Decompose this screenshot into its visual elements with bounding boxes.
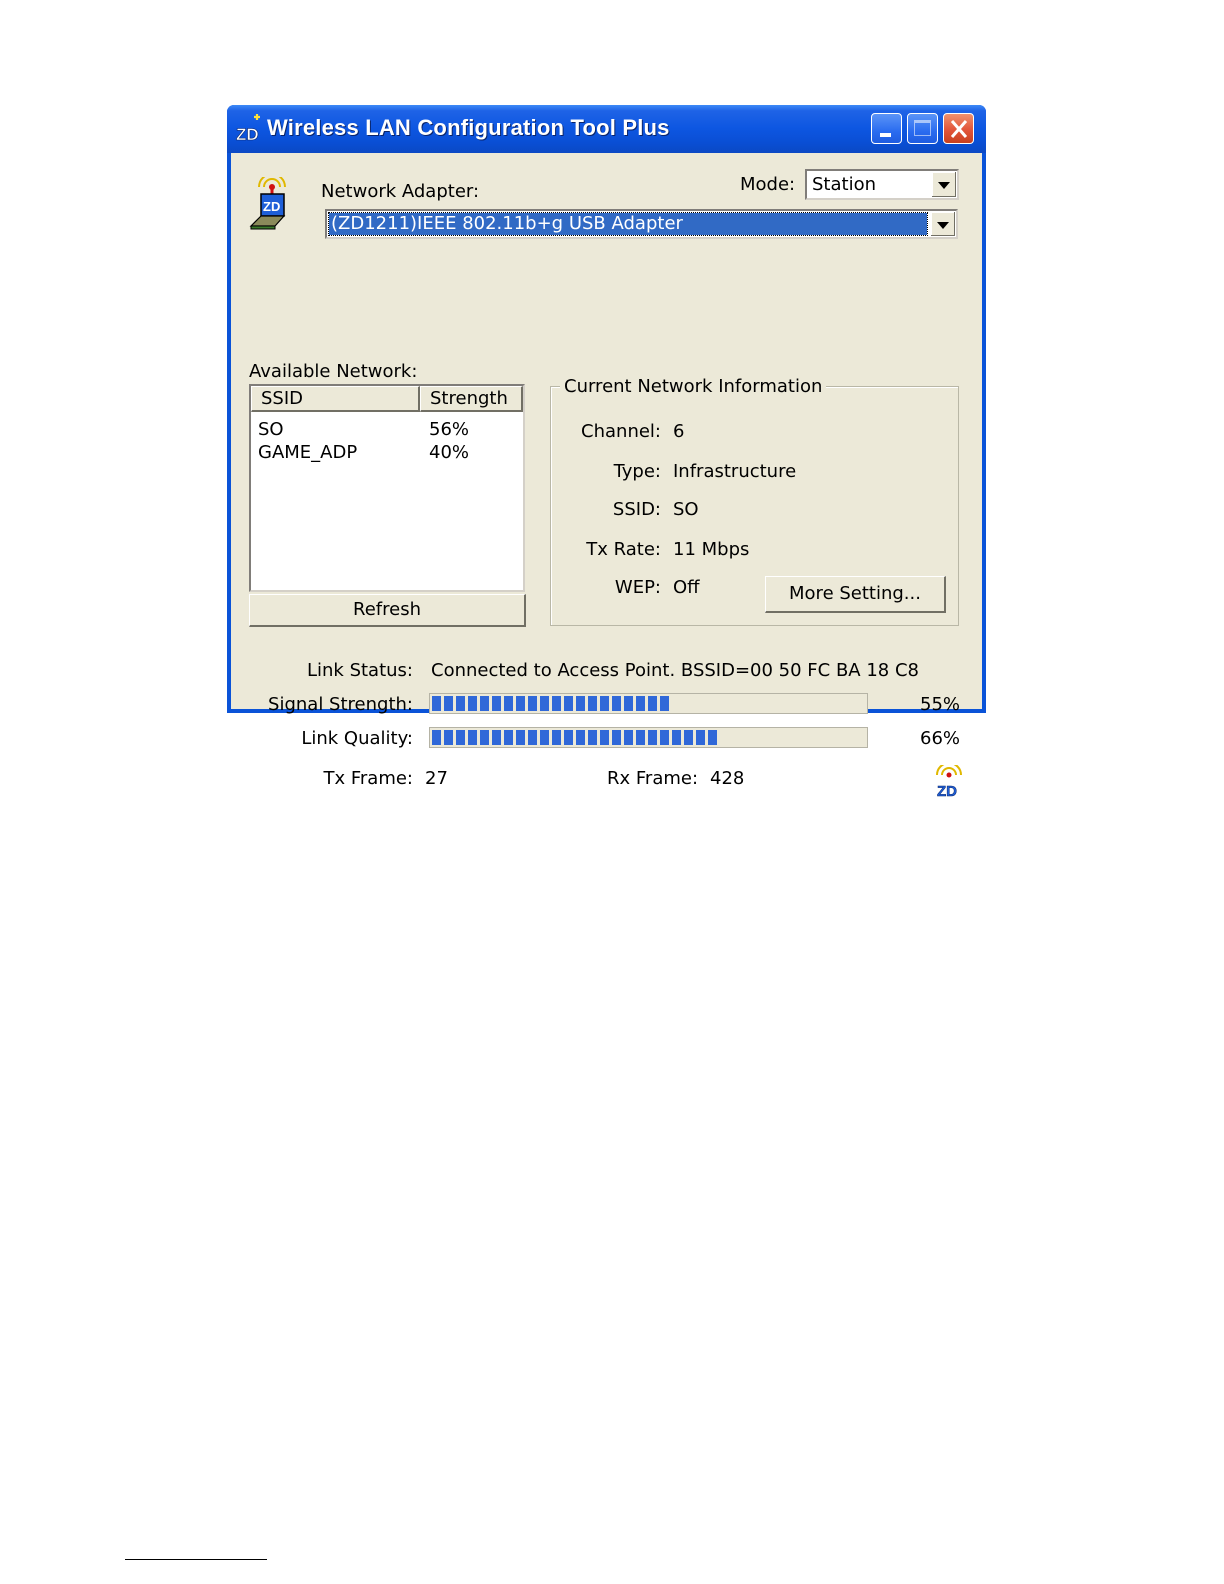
close-button[interactable] xyxy=(943,113,974,144)
network-adapter-dropdown[interactable]: (ZD1211)IEEE 802.11b+g USB Adapter xyxy=(325,209,958,239)
signal-strength-bar xyxy=(429,693,868,714)
minimize-button[interactable] xyxy=(871,113,902,144)
more-setting-button[interactable]: More Setting... xyxy=(765,576,946,613)
ssid-value: SO xyxy=(673,499,699,520)
app-window: ZD Wireless LAN Configuration Tool Plus … xyxy=(227,105,986,799)
link-status-value: Connected to Access Point. BSSID=00 50 F… xyxy=(431,660,919,681)
mode-value: Station xyxy=(812,174,876,195)
wep-label: WEP: xyxy=(614,577,661,598)
network-adapter-label: Network Adapter: xyxy=(321,181,480,202)
zd-app-icon: ZD xyxy=(236,114,260,144)
zd-adapter-icon: ZD xyxy=(249,177,286,230)
channel-value: 6 xyxy=(673,421,685,442)
tx-frame-label: Tx Frame: xyxy=(323,768,413,789)
footnote-rule xyxy=(125,1559,267,1560)
network-strength-cell[interactable]: 56% xyxy=(429,419,469,440)
wep-value: Off xyxy=(673,577,700,598)
channel-label: Channel: xyxy=(581,421,661,442)
svg-text:ZD: ZD xyxy=(263,199,280,214)
mode-label: Mode: xyxy=(740,174,796,195)
minimize-icon xyxy=(880,133,891,137)
network-ssid-cell[interactable]: SO xyxy=(258,419,284,440)
adapter-chevron-down-icon[interactable] xyxy=(930,212,955,236)
mode-dropdown[interactable]: Station xyxy=(805,169,959,200)
tx-rate-value: 11 Mbps xyxy=(673,539,750,560)
type-value: Infrastructure xyxy=(673,461,797,482)
title-bar[interactable]: ZD Wireless LAN Configuration Tool Plus xyxy=(227,105,986,153)
ssid-label: SSID: xyxy=(612,499,661,520)
client-area: ZD Network Adapter: Mode: Station (ZD121… xyxy=(231,153,982,799)
link-quality-bar xyxy=(429,727,868,748)
signal-strength-fill xyxy=(432,696,672,711)
svg-text:ZD: ZD xyxy=(937,783,957,799)
network-ssid-cell[interactable]: GAME_ADP xyxy=(258,442,357,463)
signal-strength-label: Signal Strength: xyxy=(268,694,413,715)
adapter-value: (ZD1211)IEEE 802.11b+g USB Adapter xyxy=(331,213,683,234)
svg-text:ZD: ZD xyxy=(236,125,259,144)
maximize-icon xyxy=(914,120,931,136)
signal-strength-value: 55% xyxy=(920,694,961,715)
type-label: Type: xyxy=(613,461,661,482)
available-network-label: Available Network: xyxy=(249,361,418,382)
column-header-strength[interactable]: Strength xyxy=(420,386,523,412)
link-status-label: Link Status: xyxy=(306,660,413,681)
tx-frame-value: 27 xyxy=(425,768,448,789)
close-icon xyxy=(950,120,968,138)
current-network-title: Current Network Information xyxy=(560,376,827,397)
link-quality-fill xyxy=(432,730,720,745)
refresh-button[interactable]: Refresh xyxy=(249,594,526,627)
column-header-ssid[interactable]: SSID xyxy=(251,386,420,412)
zd-status-icon: ZD xyxy=(936,765,962,799)
rx-frame-value: 428 xyxy=(710,768,745,789)
link-quality-label: Link Quality: xyxy=(301,728,413,749)
tx-rate-label: Tx Rate: xyxy=(586,539,661,560)
mode-chevron-down-icon[interactable] xyxy=(931,172,956,197)
network-strength-cell[interactable]: 40% xyxy=(429,442,469,463)
link-quality-value: 66% xyxy=(920,728,961,749)
rx-frame-label: Rx Frame: xyxy=(607,768,699,789)
available-network-list[interactable]: SSID Strength SO 56% GAME_ADP 40% xyxy=(249,384,525,592)
window-title: Wireless LAN Configuration Tool Plus xyxy=(267,115,670,140)
maximize-button[interactable] xyxy=(907,113,938,144)
